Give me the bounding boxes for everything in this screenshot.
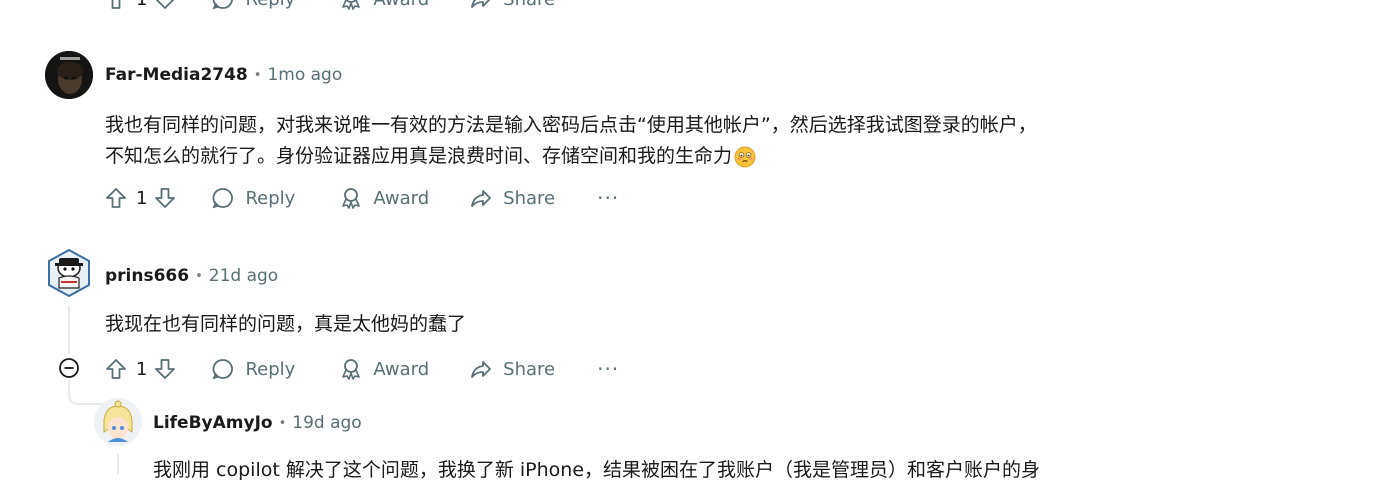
share-button[interactable]: Share (469, 357, 555, 381)
comment-body-line: 我刚用 copilot 解决了这个问题，我换了新 iPhone，结果被困在了我账… (153, 459, 1041, 481)
share-icon (471, 361, 492, 378)
reply-icon (212, 0, 234, 10)
vote-group: 1 (104, 0, 177, 11)
comment-header: LifeByAmyJo • 19d ago (153, 411, 362, 435)
comment-actions: 1 Reply Award Share ··· (104, 183, 619, 213)
avatar-image (94, 398, 142, 446)
share-icon (471, 190, 492, 207)
comment-header: Far-Media2748 • 1mo ago (105, 63, 342, 87)
more-options-button[interactable]: ··· (597, 186, 619, 210)
share-label: Share (503, 187, 556, 209)
upvote-icon[interactable] (104, 0, 128, 11)
vote-count: 1 (136, 358, 148, 380)
comment-header: prins666 • 21d ago (105, 264, 278, 288)
share-label: Share (503, 358, 556, 380)
reply-label: Reply (245, 187, 296, 209)
collapse-thread-button[interactable] (58, 357, 80, 379)
share-button[interactable]: Share (469, 0, 555, 11)
comment-time[interactable]: 19d ago (292, 413, 361, 433)
vote-count: 1 (136, 187, 148, 209)
vote-group: 1 (104, 357, 177, 381)
share-button[interactable]: Share (469, 186, 555, 210)
avatar[interactable] (45, 248, 93, 298)
reply-label: Reply (245, 358, 296, 380)
comment-body-line: 我也有同样的问题，对我来说唯一有效的方法是输入密码后点击“使用其他帐户”，然后选… (105, 114, 1037, 136)
previous-comment-actions: 1 Reply Award Share (104, 0, 555, 14)
comment-body: 我也有同样的问题，对我来说唯一有效的方法是输入密码后点击“使用其他帐户”，然后选… (105, 110, 1165, 172)
reply-button[interactable]: Reply (211, 186, 295, 210)
separator-dot: • (278, 415, 287, 431)
author-name[interactable]: prins666 (105, 266, 189, 286)
comment-body: 我现在也有同样的问题，真是太他妈的蠢了 (105, 309, 466, 340)
separator-dot: • (253, 67, 262, 83)
award-icon (342, 359, 361, 380)
downvote-icon[interactable] (153, 0, 177, 11)
upvote-icon[interactable] (104, 357, 128, 381)
award-button[interactable]: Award (339, 357, 429, 381)
award-button[interactable]: Award (339, 186, 429, 210)
comment-actions: 1 Reply Award Share ··· (104, 354, 619, 384)
avatar[interactable] (94, 398, 142, 446)
reply-button[interactable]: Reply (211, 357, 295, 381)
author-name[interactable]: Far-Media2748 (105, 65, 248, 85)
vote-group: 1 (104, 186, 177, 210)
thread-line[interactable] (117, 454, 119, 474)
comment-body-line: 不知怎么的就行了。身份验证器应用真是浪费时间、存储空间和我的生命力 (105, 141, 1165, 172)
award-label: Award (373, 358, 430, 380)
upvote-icon[interactable] (104, 186, 128, 210)
avatar-image (48, 248, 90, 298)
vote-count: 1 (136, 0, 147, 10)
thread-line[interactable] (68, 306, 70, 354)
avatar-image (45, 51, 93, 99)
award-label: Award (373, 187, 430, 209)
more-icon: ··· (597, 186, 620, 210)
downvote-icon[interactable] (153, 186, 177, 210)
comment-body-text: 不知怎么的就行了。身份验证器应用真是浪费时间、存储空间和我的生命力 (105, 145, 733, 167)
avatar[interactable] (45, 51, 93, 99)
reply-icon (212, 188, 234, 209)
award-label: Award (373, 0, 429, 10)
award-button[interactable]: Award (339, 0, 429, 11)
comment-body-line: 我现在也有同样的问题，真是太他妈的蠢了 (105, 313, 467, 335)
downvote-icon[interactable] (153, 357, 177, 381)
award-icon (342, 0, 361, 10)
comment-time[interactable]: 21d ago (209, 266, 278, 286)
comment-time[interactable]: 1mo ago (267, 65, 342, 85)
separator-dot: • (195, 268, 203, 284)
collapse-icon (59, 358, 79, 378)
comment-body: 我刚用 copilot 解决了这个问题，我换了新 iPhone，结果被困在了我账… (153, 455, 1253, 486)
share-label: Share (503, 0, 555, 10)
share-icon (471, 0, 491, 8)
author-name[interactable]: LifeByAmyJo (153, 413, 273, 433)
emoji-icon (734, 146, 756, 167)
more-options-button[interactable]: ··· (597, 357, 619, 381)
reply-label: Reply (245, 0, 295, 10)
reply-button[interactable]: Reply (211, 0, 295, 11)
reply-icon (212, 359, 234, 380)
more-icon: ··· (597, 357, 620, 381)
award-icon (342, 188, 361, 209)
